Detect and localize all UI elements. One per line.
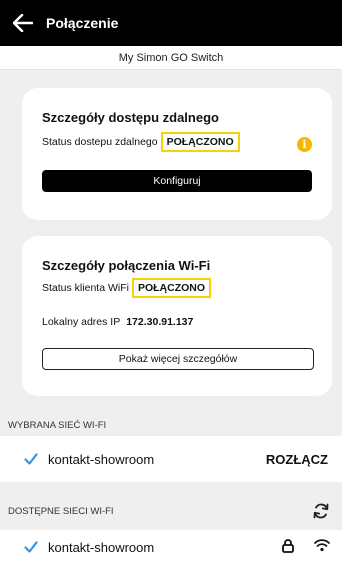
selected-network-header: WYBRANA SIEĆ WI-FI bbox=[8, 419, 107, 431]
remote-access-title: Szczegóły dostępu zdalnego bbox=[42, 110, 219, 125]
configure-button[interactable]: Konfiguruj bbox=[42, 170, 312, 192]
page-title: Połączenie bbox=[46, 15, 119, 31]
ip-label: Lokalny adres IP bbox=[42, 316, 121, 328]
available-network-name: kontakt-showroom bbox=[48, 540, 155, 555]
available-network-row[interactable]: kontakt-showroom bbox=[0, 530, 342, 562]
remote-access-card: Szczegóły dostępu zdalnego Status dostep… bbox=[22, 88, 332, 220]
ip-row: Lokalny adres IP 172.30.91.137 bbox=[42, 316, 193, 328]
wifi-status-label: Status klienta WiFi bbox=[42, 282, 129, 294]
remote-access-status-label: Status dostepu zdalnego bbox=[42, 136, 158, 148]
wifi-details-card: Szczegóły połączenia Wi-Fi Status klient… bbox=[22, 236, 332, 396]
ip-value: 172.30.91.137 bbox=[126, 316, 194, 328]
refresh-icon[interactable] bbox=[312, 502, 330, 520]
wifi-status-value: POŁĄCZONO bbox=[131, 278, 212, 298]
available-networks-header: DOSTĘPNE SIECI WI-FI bbox=[0, 498, 342, 524]
back-button[interactable] bbox=[0, 0, 46, 46]
info-icon[interactable]: i bbox=[297, 137, 312, 152]
remote-access-status-value: POŁĄCZONO bbox=[160, 132, 240, 152]
app-bar: Połączenie bbox=[0, 0, 342, 46]
selected-network-row[interactable]: kontakt-showroom ROZŁĄCZ bbox=[0, 436, 342, 482]
wifi-details-title: Szczegóły połączenia Wi-Fi bbox=[42, 258, 211, 273]
remote-access-status-row: Status dostepu zdalnego POŁĄCZONO bbox=[42, 132, 240, 152]
check-icon bbox=[24, 541, 38, 553]
arrow-left-icon bbox=[13, 14, 33, 32]
lock-icon bbox=[282, 539, 294, 553]
wifi-status-row: Status klienta WiFi POŁĄCZONO bbox=[42, 278, 212, 298]
wifi-icon bbox=[314, 539, 330, 552]
check-icon bbox=[24, 453, 38, 465]
selected-network-name: kontakt-showroom bbox=[48, 451, 155, 467]
show-more-details-button[interactable]: Pokaż więcej szczegółów bbox=[42, 348, 314, 370]
available-networks-label: DOSTĘPNE SIECI WI-FI bbox=[8, 505, 114, 517]
disconnect-button[interactable]: ROZŁĄCZ bbox=[266, 452, 328, 467]
device-name: My Simon GO Switch bbox=[0, 46, 342, 70]
